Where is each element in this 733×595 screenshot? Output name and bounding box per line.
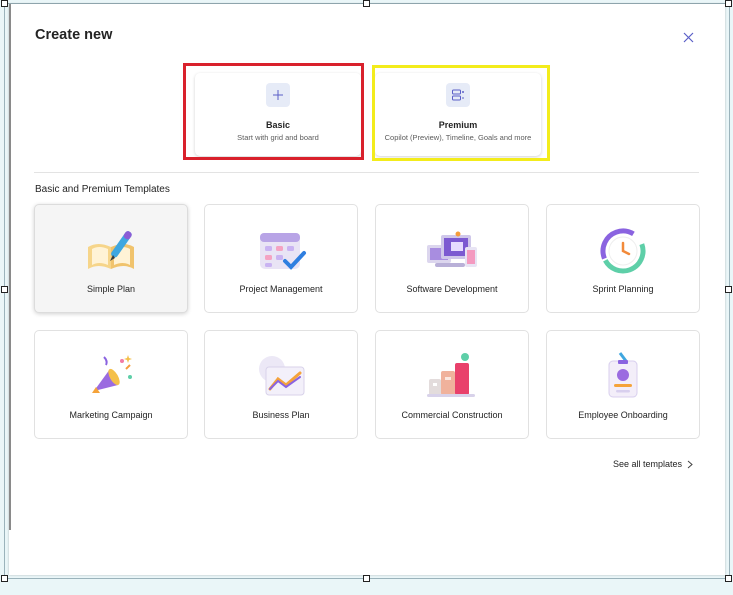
resize-handle-bottom-center[interactable] (363, 575, 370, 582)
resize-handle-top-left[interactable] (1, 0, 8, 7)
template-label: Project Management (239, 284, 323, 294)
premium-plan-card[interactable]: Premium Copilot (Preview), Timeline, Goa… (375, 73, 541, 156)
template-label: Employee Onboarding (578, 410, 668, 420)
see-all-templates-link[interactable]: See all templates (613, 459, 693, 469)
template-sprint-planning[interactable]: Sprint Planning (546, 204, 700, 313)
template-label: Marketing Campaign (69, 410, 153, 420)
close-button[interactable] (679, 28, 697, 46)
template-label: Commercial Construction (401, 410, 503, 420)
template-label: Business Plan (252, 410, 310, 420)
screen: Create new Basic Start with grid and boa… (0, 0, 733, 595)
template-label: Simple Plan (86, 284, 136, 294)
resize-handle-bottom-left[interactable] (1, 575, 8, 582)
resize-handle-bottom-right[interactable] (725, 575, 732, 582)
chevron-right-icon (687, 460, 693, 468)
template-label: Sprint Planning (592, 284, 654, 294)
buildings-icon (427, 353, 475, 397)
template-marketing-campaign[interactable]: Marketing Campaign (34, 330, 188, 439)
resize-handle-top-right[interactable] (725, 0, 732, 7)
megaphone-icon (92, 355, 132, 393)
template-label: Software Development (406, 284, 498, 294)
resize-handle-middle-right[interactable] (725, 286, 732, 293)
template-simple-plan[interactable]: Simple Plan (34, 204, 188, 313)
basic-plan-card[interactable]: Basic Start with grid and board (195, 73, 361, 156)
close-icon (683, 32, 693, 42)
template-project-management[interactable]: Project Management (204, 204, 358, 313)
notebook-pen-icon (88, 231, 134, 269)
create-new-dialog: Create new Basic Start with grid and boa… (9, 4, 725, 575)
devices-icon (427, 231, 477, 267)
template-employee-onboarding[interactable]: Employee Onboarding (546, 330, 700, 439)
trend-chart-icon (259, 356, 305, 396)
templates-section-heading: Basic and Premium Templates (35, 184, 170, 195)
calendar-check-icon (260, 233, 306, 270)
basic-plan-description: Start with grid and board (237, 133, 319, 142)
premium-plan-icon (446, 83, 470, 107)
section-divider (34, 172, 699, 173)
clock-cycle-icon (600, 228, 646, 274)
template-software-development[interactable]: Software Development (375, 204, 529, 313)
resize-handle-middle-left[interactable] (1, 286, 8, 293)
basic-plan-name: Basic (265, 120, 291, 130)
premium-plan-name: Premium (438, 120, 478, 130)
dialog-title: Create new (35, 27, 113, 43)
resize-handle-top-center[interactable] (363, 0, 370, 7)
template-business-plan[interactable]: Business Plan (204, 330, 358, 439)
see-all-templates-label: See all templates (613, 459, 683, 469)
template-commercial-construction[interactable]: Commercial Construction (375, 330, 529, 439)
plus-icon (266, 83, 290, 107)
id-badge-icon (608, 352, 638, 398)
premium-plan-description: Copilot (Preview), Timeline, Goals and m… (384, 133, 532, 142)
dialog-left-edge (9, 4, 11, 530)
